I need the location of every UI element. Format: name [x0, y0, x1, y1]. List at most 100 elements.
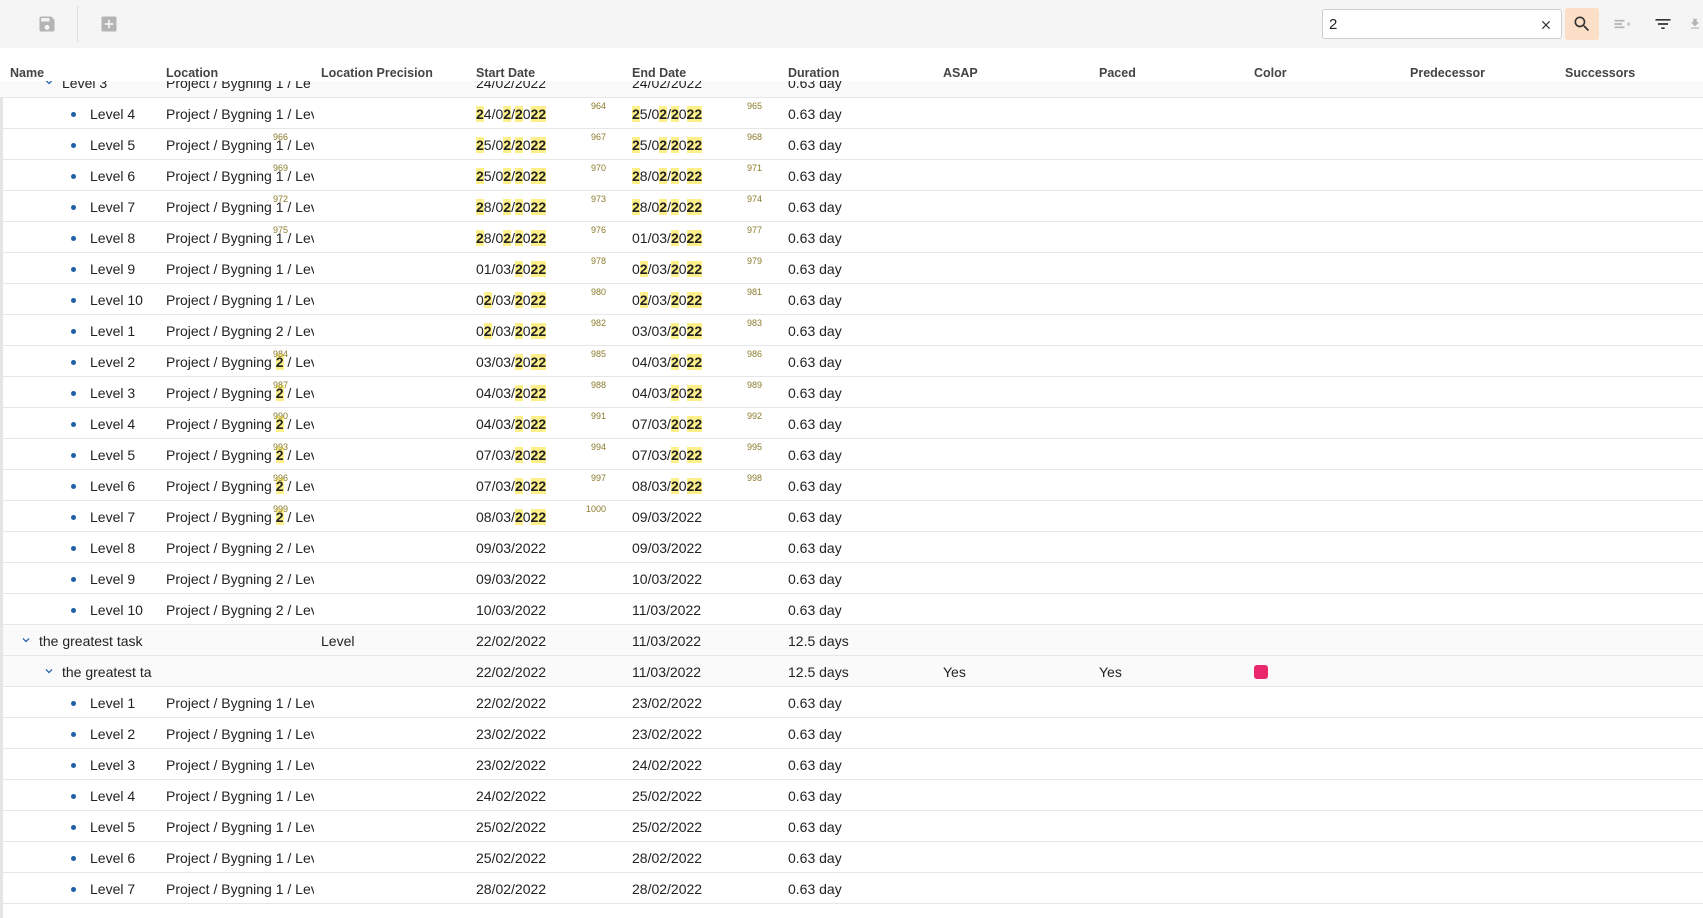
duration-cell: 0.63 day [788, 168, 842, 184]
location-match-index: 972 [273, 194, 289, 204]
group-row[interactable]: the greatest task Level 22/02/2022 11/03/20… [0, 625, 1703, 656]
task-name: Level 3 [90, 385, 136, 401]
name-cell: Level 10 [0, 602, 160, 618]
table-row[interactable]: Level 5 Project / Bygning 2 / Level 5 07/0… [0, 439, 1703, 470]
bullet-icon [71, 700, 76, 706]
download-button[interactable] [1688, 12, 1702, 36]
location-cell: Project / Bygning 1 / Level 5 [166, 819, 314, 835]
table-row[interactable]: Level 8 Project / Bygning 1 / Level 8 28/0… [0, 222, 1703, 253]
column-header-location[interactable]: Location [166, 66, 218, 80]
chevron-down-icon[interactable] [42, 81, 56, 92]
chevron-down-icon[interactable] [19, 633, 33, 650]
column-header-duration[interactable]: Duration [788, 66, 839, 80]
table-row[interactable]: Level 7 Project / Bygning 1 / Level 7 28/0… [0, 873, 1703, 904]
bullet-icon [71, 452, 76, 458]
name-cell: Level 6 [0, 168, 160, 184]
table-row[interactable]: Level 1 Project / Bygning 2 / Level 1 02/0… [0, 315, 1703, 346]
color-swatch[interactable] [1254, 665, 1268, 679]
table-row[interactable]: Level 10 Project / Bygning 2 / Level 10 10… [0, 594, 1703, 625]
table-row[interactable]: Level 3 Project / Bygning 2 / Level 3 04/0… [0, 377, 1703, 408]
search-button[interactable] [1565, 8, 1599, 40]
bullet-icon [71, 111, 76, 117]
column-header-name[interactable]: Name [10, 66, 44, 80]
duration-cell: 0.63 day [788, 385, 842, 401]
start-date-cell: 28/02/2022 [476, 881, 547, 897]
column-header-location-precision[interactable]: Location Precision [321, 66, 433, 80]
location-cell: Project / Bygning 1 / Level 6 [166, 168, 314, 184]
table-row[interactable]: Level 6 Project / Bygning 2 / Level 6 07/0… [0, 470, 1703, 501]
bullet-icon [71, 824, 76, 830]
table-row[interactable]: Level 7 Project / Bygning 1 / Level 7 28/0… [0, 191, 1703, 222]
add-button[interactable] [96, 12, 122, 36]
start-match-index: 1000 [586, 504, 607, 514]
duration-cell: 0.63 day [788, 81, 842, 91]
column-header-color[interactable]: Color [1254, 66, 1287, 80]
table-row[interactable]: Level 2 Project / Bygning 1 / Level 2 23/0… [0, 718, 1703, 749]
duration-cell: 0.63 day [788, 850, 842, 866]
end-date-cell: 25/02/2022 [632, 819, 703, 835]
table-row[interactable]: Level 7 Project / Bygning 2 / Level 7 08/0… [0, 501, 1703, 532]
clear-search-button[interactable] [1537, 16, 1555, 34]
end-match-index: 992 [747, 411, 763, 421]
table-row[interactable]: Level 4 Project / Bygning 1 / Level 4 24/0… [0, 98, 1703, 129]
name-cell: Level 5 [0, 137, 160, 153]
table-row[interactable]: Level 5 Project / Bygning 1 / Level 5 25/0… [0, 811, 1703, 842]
table-row[interactable]: Level 6 Project / Bygning 1 / Level 6 25/0… [0, 160, 1703, 191]
search-input[interactable] [1329, 14, 1529, 34]
group-row[interactable]: the greatest ta 22/02/2022 11/03/2022 12.5 … [0, 656, 1703, 687]
bullet-icon [71, 886, 76, 892]
end-date-cell: 25/02/2022 [632, 137, 703, 153]
chevron-down-icon[interactable] [42, 664, 56, 681]
task-name: Level 10 [90, 292, 143, 308]
location-match-index: 996 [273, 473, 289, 483]
end-date-cell: 28/02/2022 [632, 199, 703, 215]
save-button[interactable] [34, 12, 60, 36]
table-row[interactable]: Level 9 Project / Bygning 1 / Level 9 01/0… [0, 253, 1703, 284]
table-row[interactable]: Level 1 Project / Bygning 1 / Level 1 22/0… [0, 687, 1703, 718]
start-date-cell: 08/03/2022 [476, 509, 547, 525]
duration-cell: 0.63 day [788, 447, 842, 463]
asap-cell: Yes [943, 664, 966, 680]
end-date-cell: 07/03/2022 [632, 447, 703, 463]
collapse-all-button[interactable] [1609, 12, 1635, 36]
duration-cell: 0.63 day [788, 292, 842, 308]
location-cell: Project / Bygning 1 / Level 6 [166, 850, 314, 866]
end-match-index: 983 [747, 318, 763, 328]
location-cell: Project / Bygning 2 / Level 1 [166, 323, 314, 339]
column-header-predecessor[interactable]: Predecessor [1410, 66, 1485, 80]
bullet-icon [71, 545, 76, 551]
table-row[interactable]: Level 10 Project / Bygning 1 / Level 10 02… [0, 284, 1703, 315]
table-row[interactable]: Level 4 Project / Bygning 1 / Level 4 24/0… [0, 780, 1703, 811]
table-row[interactable]: Level 9 Project / Bygning 2 / Level 9 09/0… [0, 563, 1703, 594]
bullet-icon [71, 576, 76, 582]
location-cell: Project / Bygning 1 / Level 8 [166, 230, 314, 246]
column-header-end-date[interactable]: End Date [632, 66, 686, 80]
table-row[interactable]: Level 6 Project / Bygning 1 / Level 6 25/0… [0, 842, 1703, 873]
name-cell: Level 8 [0, 230, 160, 246]
column-header-start-date[interactable]: Start Date [476, 66, 535, 80]
filter-button[interactable] [1650, 12, 1676, 36]
table-row[interactable]: Level 3 Project / Bygning 1 / Level 3 23/0… [0, 749, 1703, 780]
bullet-icon [71, 731, 76, 737]
end-date-cell: 07/03/2022 [632, 416, 703, 432]
table-row[interactable]: Level 4 Project / Bygning 2 / Level 4 04/0… [0, 408, 1703, 439]
column-header-successors[interactable]: Successors [1565, 66, 1635, 80]
table-row[interactable]: Level 5 Project / Bygning 1 / Level 5 25/0… [0, 129, 1703, 160]
column-header-asap[interactable]: ASAP [943, 66, 978, 80]
start-match-index: 982 [591, 318, 607, 328]
bullet-icon [71, 793, 76, 799]
bullet-icon [71, 514, 76, 520]
location-cell: Project / Bygning 1 / Level 10 [166, 292, 314, 308]
end-date-cell: 01/03/2022 [632, 230, 703, 246]
end-date-cell: 11/03/2022 [632, 633, 702, 649]
name-cell: Level 8 [0, 540, 160, 556]
location-match-index: 993 [273, 442, 289, 452]
bullet-icon [71, 483, 76, 489]
group-row[interactable]: Level 3 Project / Bygning 1 / Le 24/02/202… [0, 81, 1703, 98]
task-name: Level 4 [90, 106, 136, 122]
location-cell: Project / Bygning 1 / Level 4 [166, 788, 314, 804]
column-header-paced[interactable]: Paced [1099, 66, 1136, 80]
start-match-index: 978 [591, 256, 607, 266]
table-row[interactable]: Level 2 Project / Bygning 2 / Level 2 03/0… [0, 346, 1703, 377]
table-row[interactable]: Level 8 Project / Bygning 2 / Level 8 09/0… [0, 532, 1703, 563]
